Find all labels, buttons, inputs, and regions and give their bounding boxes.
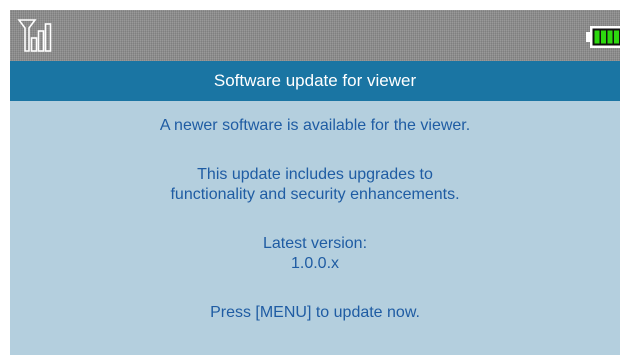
latest-version-value: 1.0.0.x: [290, 255, 340, 272]
update-description-line-2: functionality and security enhancements.: [170, 186, 460, 203]
signal-strength-icon: [17, 19, 52, 52]
status-bar: [10, 10, 620, 61]
update-description-line-1: This update includes upgrades to: [197, 166, 433, 183]
update-instruction: Press [MENU] to update now.: [210, 304, 420, 321]
battery-icon: [586, 26, 620, 48]
update-available-message: A newer software is available for the vi…: [159, 117, 471, 134]
latest-version-label: Latest version:: [262, 235, 368, 252]
device-screen: Software update for viewer A newer softw…: [10, 10, 620, 355]
dialog-title: Software update for viewer: [10, 61, 620, 101]
